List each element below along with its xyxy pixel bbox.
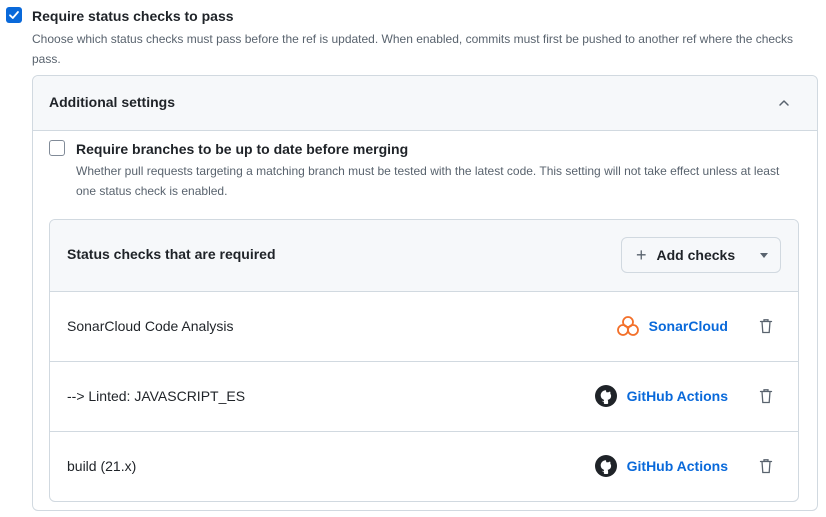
require-up-to-date-description: Whether pull requests targeting a matchi… xyxy=(76,164,780,198)
status-check-row: --> Linted: JAVASCRIPT_ES GitHub Actions xyxy=(50,361,798,432)
status-check-app-name: GitHub Actions xyxy=(626,388,728,404)
status-check-row: SonarCloud Code Analysis SonarCloud xyxy=(50,291,798,362)
sonarcloud-icon xyxy=(616,316,639,336)
checkmark-icon xyxy=(9,11,19,19)
plus-icon: + xyxy=(636,245,647,265)
additional-settings-header[interactable]: Additional settings xyxy=(33,76,817,131)
caret-down-icon xyxy=(760,252,768,258)
status-check-name: build (21.x) xyxy=(67,458,137,474)
required-status-checks-header: Status checks that are required + Add ch… xyxy=(50,220,798,292)
status-check-app-name: GitHub Actions xyxy=(626,458,728,474)
add-checks-button[interactable]: + Add checks xyxy=(621,237,781,273)
require-up-to-date-label[interactable]: Require branches to be up to date before… xyxy=(76,140,408,158)
status-check-app-name: SonarCloud xyxy=(648,318,728,334)
status-check-app-link[interactable]: GitHub Actions xyxy=(594,384,728,408)
status-check-app-link[interactable]: GitHub Actions xyxy=(594,454,728,478)
status-check-name: --> Linted: JAVASCRIPT_ES xyxy=(67,388,246,404)
additional-settings-title: Additional settings xyxy=(49,94,175,110)
trash-icon[interactable] xyxy=(759,458,773,474)
required-status-checks-title: Status checks that are required xyxy=(67,246,276,262)
github-icon xyxy=(594,455,617,477)
require-status-checks-description: Choose which status checks must pass bef… xyxy=(32,32,794,66)
require-status-checks-checkbox[interactable] xyxy=(6,7,22,23)
status-check-app-link[interactable]: SonarCloud xyxy=(616,315,728,337)
trash-icon[interactable] xyxy=(759,318,773,334)
status-check-row: build (21.x) GitHub Actions xyxy=(50,431,798,501)
require-up-to-date-checkbox[interactable] xyxy=(49,140,65,156)
chevron-up-icon[interactable] xyxy=(777,96,791,110)
required-status-checks-box: Status checks that are required + Add ch… xyxy=(49,219,799,502)
require-status-checks-label[interactable]: Require status checks to pass xyxy=(32,7,234,25)
github-icon xyxy=(594,385,617,407)
add-checks-label: Add checks xyxy=(656,247,736,263)
trash-icon[interactable] xyxy=(759,388,773,404)
status-check-name: SonarCloud Code Analysis xyxy=(67,318,234,334)
